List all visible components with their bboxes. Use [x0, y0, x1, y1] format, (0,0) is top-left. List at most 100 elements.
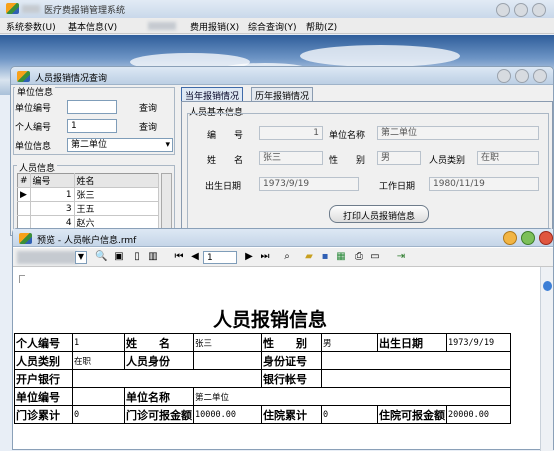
person-no-input[interactable]: 1	[67, 119, 117, 133]
report-label: 姓 名	[124, 333, 194, 352]
maximize-button[interactable]	[521, 231, 535, 245]
page-width-icon[interactable]: ▯	[131, 251, 143, 263]
sex-field: 男	[377, 151, 421, 165]
report-title: 人员报销信息	[213, 309, 328, 331]
report-label: 身份证号	[261, 351, 322, 370]
unit-section-label: 单位信息	[15, 85, 56, 98]
zoom-dropdown-button[interactable]: ▼	[75, 251, 87, 264]
unit-info-label: 单位信息	[15, 142, 52, 152]
open-folder-icon[interactable]: ▰	[303, 251, 315, 263]
last-page-icon[interactable]: ⏭	[259, 251, 271, 263]
report-label: 人员类别	[14, 351, 73, 370]
category-label: 人员类别	[429, 156, 466, 166]
report-row: 开户银行 银行帐号	[14, 369, 511, 388]
save-icon[interactable]: ▪	[319, 251, 331, 263]
name-field: 张三	[259, 151, 323, 165]
unitname-label: 单位名称	[329, 131, 366, 141]
prev-page-icon[interactable]: ◀	[189, 251, 201, 263]
person-grid[interactable]: # 编号 姓名 ▶ 1 张三 3 王五 4 赵六	[17, 173, 160, 230]
report-label: 门诊累计	[14, 405, 73, 424]
exit-icon[interactable]: ⇥	[395, 251, 407, 263]
app-icon	[6, 3, 19, 14]
report-value: 20000.00	[446, 405, 511, 424]
unit-no-label: 单位编号	[15, 104, 52, 114]
grid-no: 3	[30, 201, 75, 216]
grid-no: 1	[30, 187, 75, 202]
fit-page-icon[interactable]: ▣	[113, 251, 125, 263]
category-field: 在职	[477, 151, 539, 165]
unit-info-value: 第二单位	[71, 140, 108, 150]
report-value: 1973/9/19	[446, 333, 511, 352]
grid-name: 王五	[74, 201, 160, 216]
grid-header: 姓名	[74, 173, 160, 188]
table-row[interactable]: ▶ 1 张三	[17, 187, 160, 202]
menu-help[interactable]: 帮助(Z)	[306, 20, 337, 33]
table-row[interactable]: 3 王五	[17, 201, 160, 216]
menu-system[interactable]: 系统参数(U)	[6, 20, 56, 33]
preview-titlebar: 预览 - 人员帐户信息.rmf	[13, 229, 553, 247]
zoom-icon[interactable]: 🔍	[95, 251, 107, 263]
row-pointer-icon: ▶	[17, 187, 31, 202]
report-value: 10000.00	[193, 405, 262, 424]
report-label: 个人编号	[14, 333, 73, 352]
report-value	[193, 351, 262, 370]
scroll-thumb[interactable]	[543, 281, 552, 291]
report-label: 住院可报金额	[377, 405, 447, 424]
print-icon[interactable]: ⎙	[353, 251, 365, 263]
menu-basic[interactable]: 基本信息(V)	[68, 20, 117, 33]
page-setup-icon[interactable]: ▭	[369, 251, 381, 263]
grid-scrollbar[interactable]	[161, 173, 172, 233]
menu-expense[interactable]: 费用报销(X)	[190, 20, 239, 33]
minimize-button[interactable]	[497, 69, 511, 83]
report-table: 个人编号 1 姓 名 张三 性 别 男 出生日期 1973/9/19 人员类别 …	[14, 333, 511, 424]
report-value: 在职	[72, 351, 125, 370]
export-excel-icon[interactable]: ▦	[335, 251, 347, 263]
minimize-button[interactable]	[496, 3, 510, 17]
report-value	[72, 369, 262, 388]
query-titlebar: 人员报销情况查询	[11, 67, 553, 85]
report-value: 男	[321, 333, 378, 352]
person-query-button[interactable]: 查询	[139, 120, 157, 133]
minimize-button[interactable]	[503, 231, 517, 245]
work-field: 1980/11/19	[429, 177, 539, 191]
report-value: 第二单位	[193, 387, 511, 406]
two-page-icon[interactable]: ▥	[147, 251, 159, 263]
window-icon	[19, 233, 32, 244]
first-page-icon[interactable]: ⏮	[173, 251, 185, 263]
main-title: 医疗费报销管理系统	[44, 6, 126, 16]
preview-scrollbar[interactable]	[540, 267, 553, 451]
sex-label: 性 别	[329, 156, 366, 166]
print-button[interactable]: 打印人员报销信息	[329, 205, 429, 223]
page-corner-marks	[19, 275, 25, 283]
query-title: 人员报销情况查询	[35, 74, 108, 84]
menu-query[interactable]: 综合查询(Y)	[248, 20, 297, 33]
preview-title: 预览 - 人员帐户信息.rmf	[37, 236, 137, 246]
report-label: 性 别	[261, 333, 322, 352]
next-page-icon[interactable]: ▶	[243, 251, 255, 263]
close-button[interactable]	[533, 69, 547, 83]
page-number-input[interactable]: 1	[203, 251, 237, 264]
tab-current-year[interactable]: 当年报销情况	[181, 87, 244, 102]
grid-header: 编号	[30, 173, 75, 188]
tab-history[interactable]: 历年报销情况	[251, 87, 314, 102]
close-button[interactable]	[539, 231, 553, 245]
maximize-button[interactable]	[515, 69, 529, 83]
unit-info-select[interactable]: 第二单位 ▾	[67, 138, 173, 152]
zoom-select-redacted[interactable]	[17, 251, 77, 264]
report-label: 单位名称	[124, 387, 194, 406]
birth-field: 1973/9/19	[259, 177, 359, 191]
cloud	[300, 45, 460, 67]
unit-no-input[interactable]	[67, 100, 117, 114]
maximize-button[interactable]	[514, 3, 528, 17]
search-icon[interactable]: ⌕	[281, 251, 293, 263]
report-label: 住院累计	[261, 405, 322, 424]
no-label: 编 号	[207, 131, 244, 141]
row-indicator	[17, 201, 31, 216]
grid-name: 张三	[74, 187, 160, 202]
report-value	[321, 369, 511, 388]
report-row: 人员类别 在职 人员身份 身份证号	[14, 351, 511, 370]
unit-query-button[interactable]: 查询	[139, 101, 157, 114]
close-button[interactable]	[532, 3, 546, 17]
menu-redacted	[148, 22, 176, 30]
report-label: 人员身份	[124, 351, 194, 370]
